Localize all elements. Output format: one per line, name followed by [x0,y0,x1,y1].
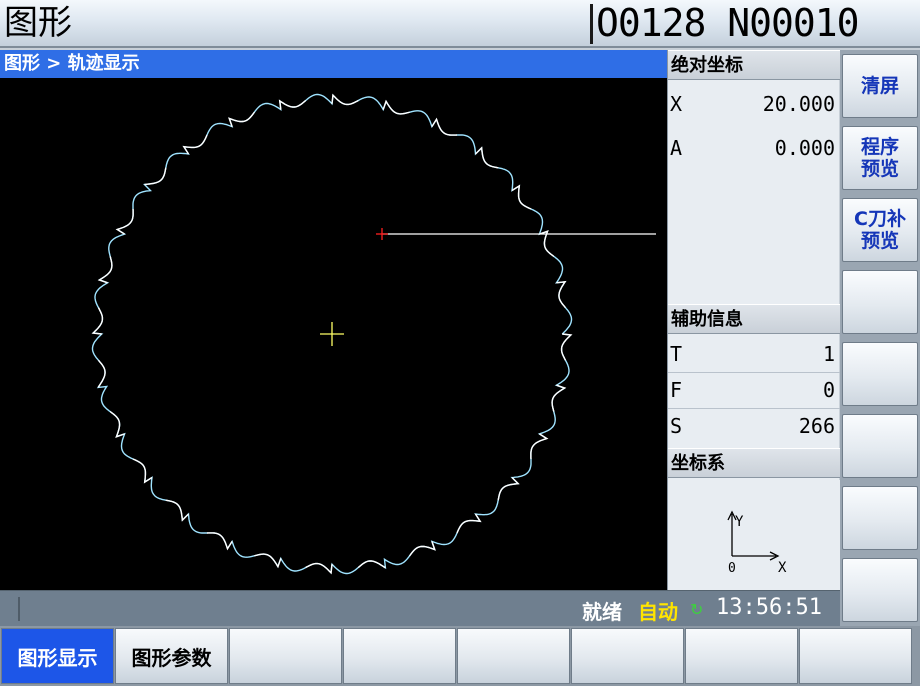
clock-icon: ↻ [690,600,704,619]
axis-a-label: A [670,136,683,160]
softkey-label: 清屏 [860,75,899,97]
softkey-label: 图形显示 [17,645,98,670]
coord-y-label: Y [735,514,744,530]
coord-axes-icon: Y X 0 [727,510,787,576]
bottom-softkey-bar: 图形显示 图形参数 [0,626,920,686]
toolpath-viewport[interactable] [0,78,667,590]
title-separator [590,4,593,44]
status-ready: 就绪 [582,600,622,624]
aux-s-value: 266 [798,414,835,438]
status-time: 13:56:51 [716,595,822,620]
softkey-bottom-4[interactable] [343,628,456,684]
aux-divider [668,372,840,373]
coord-origin-label: 0 [728,561,736,576]
toolpath-canvas [91,93,656,575]
info-panel: 绝对坐标 X 20.000 A 0.000 辅助信息 T 1 F 0 S 266… [667,50,840,590]
aux-s-label: S [670,414,683,438]
softkey-bottom-7[interactable] [685,628,798,684]
softkey-right-8[interactable] [842,558,918,622]
softkey-clear-screen[interactable]: 清屏 [842,54,918,118]
softkey-label: 程序 预览 [860,136,899,180]
softkey-program-preview[interactable]: 程序 预览 [842,126,918,190]
status-separator [18,597,20,621]
coord-system-heading: 坐标系 [668,448,840,478]
softkey-graphic-display[interactable]: 图形显示 [1,628,114,684]
axis-x-label: X [670,92,683,116]
breadcrumb: 图形 > 轨迹显示 [0,50,667,78]
softkey-bottom-8[interactable] [799,628,912,684]
aux-divider [668,408,840,409]
absolute-coords-heading: 绝对坐标 [668,50,840,80]
softkey-graphic-params[interactable]: 图形参数 [115,628,228,684]
softkey-bottom-3[interactable] [229,628,342,684]
softkey-cutter-comp-preview[interactable]: C刀补 预览 [842,198,918,262]
softkey-right-6[interactable] [842,414,918,478]
aux-t-value: 1 [822,342,835,366]
program-number: O0128 N00010 [596,1,860,45]
softkey-right-7[interactable] [842,486,918,550]
axis-x-value: 20.000 [762,92,835,116]
aux-info-heading: 辅助信息 [668,304,840,334]
softkey-bottom-5[interactable] [457,628,570,684]
status-mode: 自动 [638,600,678,624]
tool-position-marker [376,228,388,240]
softkey-right-4[interactable] [842,270,918,334]
origin-marker [320,322,344,346]
aux-f-value: 0 [822,378,835,402]
softkey-right-5[interactable] [842,342,918,406]
coord-x-label: X [778,560,787,576]
aux-t-label: T [670,342,683,366]
right-softkey-bar: 清屏 程序 预览 C刀补 预览 [840,50,920,626]
status-bar: 就绪 自动 ↻ 13:56:51 [0,590,840,626]
softkey-label: 图形参数 [131,645,212,670]
screen-title: 图形 [4,3,72,43]
softkey-label: C刀补 预览 [854,208,906,252]
aux-f-label: F [670,378,683,402]
coord-system-diagram: Y X 0 [668,480,840,590]
softkey-bottom-6[interactable] [571,628,684,684]
axis-a-value: 0.000 [774,136,835,160]
